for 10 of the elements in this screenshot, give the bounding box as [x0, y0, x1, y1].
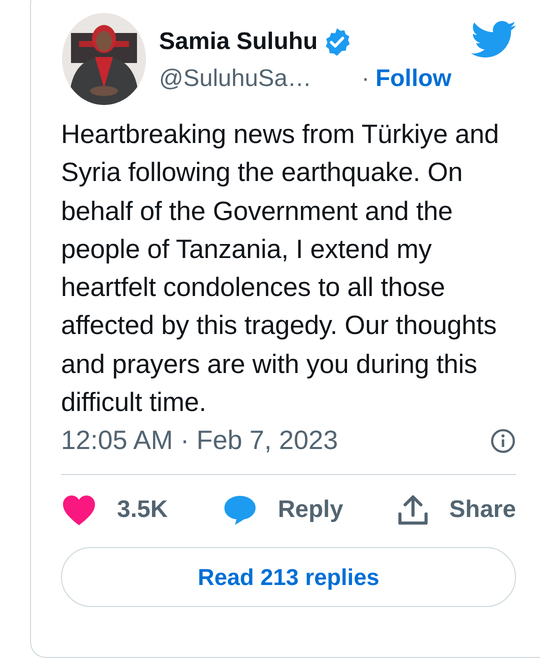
read-replies-button[interactable]: Read 213 replies	[61, 547, 516, 608]
share-label[interactable]: Share	[449, 496, 516, 524]
follow-link[interactable]: Follow	[375, 65, 452, 93]
like-count[interactable]: 3.5K	[117, 496, 168, 524]
author-handle[interactable]: @SuluhuSa…	[159, 65, 312, 93]
reply-label[interactable]: Reply	[278, 496, 344, 524]
tweet-text: Heartbreaking news from Türkiye and Syria following the earthquake. On behalf of the Government and the people of Tanzania, I extend my heartfelt condolences to all those affected by this tragedy. Our thoughts and prayers are with you during this difficult time.	[61, 118, 500, 420]
separator-dot: ·	[361, 65, 370, 93]
timestamp[interactable]: 12:05 AM · Feb 7, 2023	[61, 425, 338, 456]
author-name[interactable]: Samia Suluhu	[159, 28, 318, 56]
